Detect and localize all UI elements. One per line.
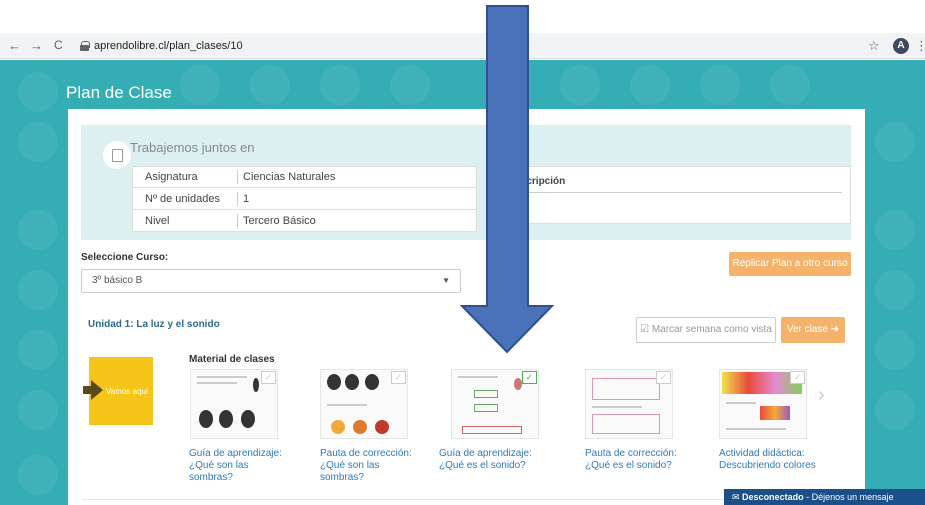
course-select[interactable]: 3º básico B ▼ bbox=[81, 269, 461, 293]
unit-title-link[interactable]: Unidad 1: La luz y el sonido bbox=[88, 319, 220, 330]
bookmark-star-icon[interactable]: ☆ bbox=[868, 38, 880, 54]
checkbox-icon[interactable]: ✓ bbox=[522, 371, 537, 384]
background-pattern-icon bbox=[875, 122, 915, 162]
plan-card: Trabajemos juntos en Asignatura Ciencias… bbox=[68, 109, 865, 505]
checkbox-icon[interactable]: ✓ bbox=[391, 371, 406, 384]
material-thumbnail[interactable]: ✓ bbox=[320, 369, 408, 439]
chat-status: Desconectado bbox=[742, 492, 804, 502]
info-key: Nº de unidades bbox=[133, 191, 238, 206]
profile-avatar[interactable]: A bbox=[893, 38, 909, 54]
mark-week-label: Marcar semana como vista bbox=[651, 324, 772, 335]
url-text: aprendolibre.cl/plan_clases/10 bbox=[94, 40, 243, 52]
background-pattern-icon bbox=[770, 65, 810, 105]
checkbox-icon: ☑ bbox=[640, 324, 652, 335]
background-pattern-icon bbox=[18, 330, 58, 370]
description-box: Descripción bbox=[497, 166, 851, 224]
material-link[interactable]: Pauta de corrección: ¿Qué son las sombra… bbox=[320, 448, 420, 484]
info-value: 1 bbox=[243, 192, 250, 205]
info-row: Nivel Tercero Básico bbox=[132, 210, 477, 232]
here-label: Vamos aquí bbox=[106, 387, 149, 396]
info-key: Asignatura bbox=[133, 170, 238, 184]
info-value: Ciencias Naturales bbox=[243, 171, 336, 183]
back-icon[interactable]: ← bbox=[8, 38, 21, 53]
info-key: Nivel bbox=[133, 213, 238, 228]
reload-icon[interactable]: C bbox=[54, 38, 63, 52]
background-pattern-icon bbox=[18, 72, 58, 112]
forward-icon[interactable]: → bbox=[30, 38, 43, 53]
arrow-right-icon: ➔ bbox=[830, 324, 840, 335]
page-title: Plan de Clase bbox=[66, 83, 172, 102]
browser-menu-icon[interactable]: ⋮ bbox=[915, 38, 925, 54]
checkbox-icon[interactable]: ✓ bbox=[790, 371, 805, 384]
background-pattern-icon bbox=[560, 65, 600, 105]
checkbox-icon[interactable]: ✓ bbox=[656, 371, 671, 384]
info-value: Tercero Básico bbox=[243, 214, 316, 227]
top-blank-area bbox=[0, 0, 925, 33]
info-row: Nº de unidades 1 bbox=[132, 188, 477, 210]
background-pattern-icon bbox=[18, 390, 58, 430]
info-table: Asignatura Ciencias Naturales Nº de unid… bbox=[132, 166, 477, 232]
background-pattern-icon bbox=[875, 390, 915, 430]
document-icon bbox=[103, 141, 131, 169]
background-pattern-icon bbox=[630, 65, 670, 105]
mark-week-button[interactable]: ☑ Marcar semana como vista bbox=[636, 317, 776, 343]
chevron-down-icon: ▼ bbox=[442, 276, 450, 285]
background-pattern-icon bbox=[320, 65, 360, 105]
view-class-button[interactable]: Ver clase ➔ bbox=[781, 317, 845, 343]
background-pattern-icon bbox=[18, 122, 58, 162]
background-pattern-icon bbox=[875, 270, 915, 310]
material-thumbnail[interactable]: ✓ bbox=[585, 369, 673, 439]
arrow-right-icon bbox=[83, 380, 103, 400]
background-pattern-icon bbox=[700, 65, 740, 105]
next-arrow-icon[interactable]: › bbox=[818, 384, 825, 407]
course-select-label: Seleccione Curso: bbox=[81, 252, 169, 263]
background-pattern-icon bbox=[390, 65, 430, 105]
view-class-label: Ver clase bbox=[786, 324, 828, 335]
background-pattern-icon bbox=[18, 210, 58, 250]
material-title: Material de clases bbox=[189, 354, 275, 365]
material-link[interactable]: Actividad didáctica: Descubriendo colore… bbox=[719, 448, 819, 472]
background-pattern-icon bbox=[18, 455, 58, 495]
background-pattern-icon bbox=[875, 210, 915, 250]
material-thumbnail[interactable]: ✓ bbox=[719, 369, 807, 439]
course-select-value: 3º básico B bbox=[92, 275, 143, 286]
background-pattern-icon bbox=[18, 270, 58, 310]
checkbox-icon[interactable]: ✓ bbox=[261, 371, 276, 384]
material-link[interactable]: Pauta de corrección: ¿Qué es el sonido? bbox=[585, 448, 685, 472]
chat-message: - Déjenos un mensaje bbox=[803, 492, 894, 502]
lock-icon bbox=[80, 41, 90, 51]
divider bbox=[506, 192, 842, 193]
background-pattern-icon bbox=[250, 65, 290, 105]
browser-toolbar: ← → C aprendolibre.cl/plan_clases/10 ☆ A… bbox=[0, 33, 925, 59]
info-title: Trabajemos juntos en bbox=[130, 140, 255, 155]
info-row: Asignatura Ciencias Naturales bbox=[132, 166, 477, 188]
plan-info-box: Trabajemos juntos en Asignatura Ciencias… bbox=[81, 125, 851, 240]
page-background: Plan de Clase Trabajemos juntos en Asign… bbox=[0, 60, 925, 505]
replicate-plan-button[interactable]: Replicar Plan a otro curso bbox=[729, 252, 851, 276]
material-thumbnail[interactable]: ✓ bbox=[451, 369, 539, 439]
material-thumbnail[interactable]: ✓ bbox=[190, 369, 278, 439]
material-link[interactable]: Guía de aprendizaje: ¿Qué es el sonido? bbox=[439, 448, 539, 472]
background-pattern-icon bbox=[180, 65, 220, 105]
chat-widget-bar[interactable]: ✉ Desconectado - Déjenos un mensaje bbox=[724, 489, 925, 505]
address-bar[interactable]: aprendolibre.cl/plan_clases/10 bbox=[80, 36, 850, 56]
current-position-marker: Vamos aquí bbox=[83, 357, 153, 425]
description-label: Descripción bbox=[508, 176, 566, 187]
background-pattern-icon bbox=[875, 330, 915, 370]
mail-icon: ✉ bbox=[732, 492, 743, 502]
material-link[interactable]: Guía de aprendizaje: ¿Qué son las sombra… bbox=[189, 448, 289, 484]
